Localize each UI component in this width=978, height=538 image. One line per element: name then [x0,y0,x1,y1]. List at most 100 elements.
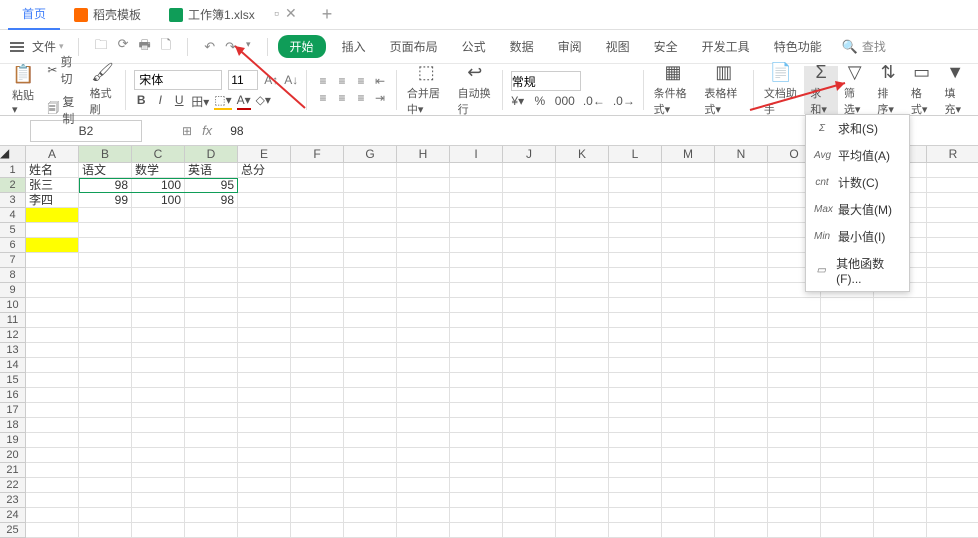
cell-J21[interactable] [503,463,556,478]
menu-formula[interactable]: 公式 [454,35,494,58]
cell-F17[interactable] [291,403,344,418]
cell-G2[interactable] [344,178,397,193]
cell-A22[interactable] [26,478,79,493]
row-header-17[interactable]: 17 [0,403,26,418]
cell-F4[interactable] [291,208,344,223]
format-painter-button[interactable]: 🖌 格式刷 [84,66,122,114]
cell-G18[interactable] [344,418,397,433]
row-header-2[interactable]: 2 [0,178,26,193]
cell-R15[interactable] [927,373,978,388]
merge-button[interactable]: ⬚ 合并居中▾ [401,66,452,114]
cell-H15[interactable] [397,373,450,388]
italic-button[interactable]: I [153,93,167,110]
row-header-18[interactable]: 18 [0,418,26,433]
cell-N9[interactable] [715,283,768,298]
cell-E6[interactable] [238,238,291,253]
cell-A14[interactable] [26,358,79,373]
cell-I16[interactable] [450,388,503,403]
dd-min[interactable]: Min最小值(I) [806,223,909,250]
cell-P15[interactable] [821,373,874,388]
paste-button[interactable]: 📋 粘贴▾ [6,66,40,114]
cell-E1[interactable]: 总分 [238,163,291,178]
cell-O14[interactable] [768,358,821,373]
cell-I25[interactable] [450,523,503,538]
cell-R14[interactable] [927,358,978,373]
col-header-C[interactable]: C [132,146,185,163]
cell-L6[interactable] [609,238,662,253]
cell-K16[interactable] [556,388,609,403]
cell-L3[interactable] [609,193,662,208]
cell-R16[interactable] [927,388,978,403]
cell-C2[interactable]: 100 [132,178,185,193]
cell-M3[interactable] [662,193,715,208]
cell-K11[interactable] [556,313,609,328]
cell-I5[interactable] [450,223,503,238]
cell-K5[interactable] [556,223,609,238]
cell-E23[interactable] [238,493,291,508]
row-header-8[interactable]: 8 [0,268,26,283]
cell-G3[interactable] [344,193,397,208]
font-grow-icon[interactable]: A↑ [264,73,278,87]
dd-avg[interactable]: Avg平均值(A) [806,142,909,169]
cell-N17[interactable] [715,403,768,418]
cell-D4[interactable] [185,208,238,223]
cell-M22[interactable] [662,478,715,493]
cell-D13[interactable] [185,343,238,358]
cell-Q20[interactable] [874,448,927,463]
cell-K17[interactable] [556,403,609,418]
cell-A16[interactable] [26,388,79,403]
cell-P22[interactable] [821,478,874,493]
cell-E18[interactable] [238,418,291,433]
cell-O21[interactable] [768,463,821,478]
cell-C13[interactable] [132,343,185,358]
cell-R22[interactable] [927,478,978,493]
cell-K20[interactable] [556,448,609,463]
cell-M8[interactable] [662,268,715,283]
cell-O16[interactable] [768,388,821,403]
cond-format-button[interactable]: ▦ 条件格式▾ [648,66,699,114]
cell-E5[interactable] [238,223,291,238]
cell-B23[interactable] [79,493,132,508]
cell-N13[interactable] [715,343,768,358]
cell-O20[interactable] [768,448,821,463]
cell-G5[interactable] [344,223,397,238]
row-header-5[interactable]: 5 [0,223,26,238]
col-header-L[interactable]: L [609,146,662,163]
cell-D11[interactable] [185,313,238,328]
dec-dec-icon[interactable]: .0→ [613,94,635,108]
cell-I3[interactable] [450,193,503,208]
print-icon[interactable]: 🖶 [138,36,150,58]
cell-H16[interactable] [397,388,450,403]
cell-H21[interactable] [397,463,450,478]
cell-R19[interactable] [927,433,978,448]
cell-R10[interactable] [927,298,978,313]
row-header-4[interactable]: 4 [0,208,26,223]
cell-F5[interactable] [291,223,344,238]
cell-P19[interactable] [821,433,874,448]
cell-A10[interactable] [26,298,79,313]
cell-H18[interactable] [397,418,450,433]
align-right-icon[interactable]: ≡ [353,91,369,105]
cell-J4[interactable] [503,208,556,223]
cell-L7[interactable] [609,253,662,268]
cell-H19[interactable] [397,433,450,448]
align-top-icon[interactable]: ≡ [315,74,331,88]
cell-L18[interactable] [609,418,662,433]
cell-R17[interactable] [927,403,978,418]
cell-P25[interactable] [821,523,874,538]
cell-D15[interactable] [185,373,238,388]
cell-P21[interactable] [821,463,874,478]
cell-N19[interactable] [715,433,768,448]
cell-M14[interactable] [662,358,715,373]
cell-Q14[interactable] [874,358,927,373]
cell-J20[interactable] [503,448,556,463]
cell-F3[interactable] [291,193,344,208]
cell-Q18[interactable] [874,418,927,433]
cell-O12[interactable] [768,328,821,343]
cell-K14[interactable] [556,358,609,373]
cell-D16[interactable] [185,388,238,403]
cell-K21[interactable] [556,463,609,478]
cell-G21[interactable] [344,463,397,478]
cell-M20[interactable] [662,448,715,463]
cell-N25[interactable] [715,523,768,538]
